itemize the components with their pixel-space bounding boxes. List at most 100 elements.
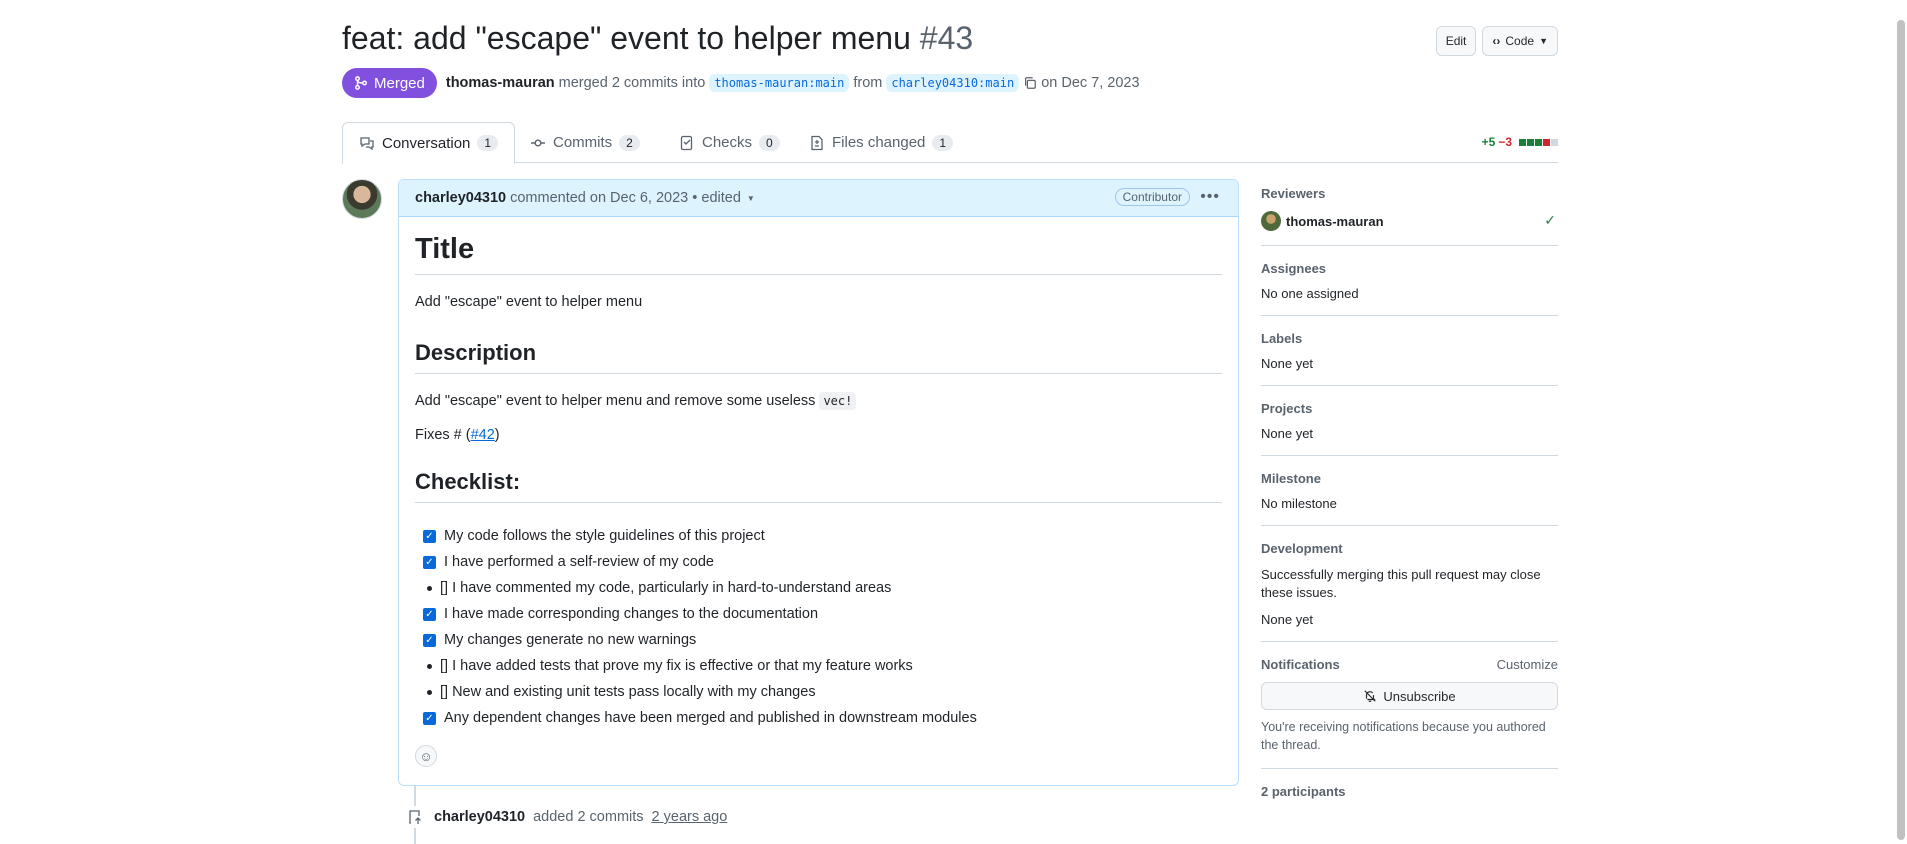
sidebar-heading[interactable]: Development (1261, 541, 1558, 556)
comment-header: charley04310 commented on Dec 6, 2023 • … (399, 180, 1238, 217)
pr-page: feat: add "escape" event to helper menu … (342, 0, 1558, 844)
edit-button[interactable]: Edit (1435, 26, 1477, 56)
reviewer-item[interactable]: thomas-mauran (1261, 211, 1558, 231)
tab-counter: 2 (619, 134, 640, 151)
sidebar-labels: Labels None yet (1261, 331, 1558, 386)
checklist-item: ✓ I have performed a self-review of my co… (415, 549, 1222, 575)
pr-number: #43 (919, 20, 974, 56)
heading-description: Description (415, 340, 1222, 374)
notifications-note: You're receiving notifications because y… (1261, 720, 1546, 752)
commits-event: charley04310 added 2 commits 2 years ago (404, 806, 728, 828)
issue-link[interactable]: #42 (471, 427, 495, 443)
merge-date: on Dec 7, 2023 (1041, 75, 1140, 91)
pr-header: feat: add "escape" event to helper menu … (342, 18, 1558, 62)
checklist-item-text: [] I have added tests that prove my fix … (440, 658, 913, 674)
tab-conversation[interactable]: Conversation 1 (342, 122, 516, 164)
comment-meta[interactable]: commented on Dec 6, 2023 • edited (510, 190, 741, 206)
tab-commits[interactable]: Commits 2 (514, 122, 656, 163)
avatar (1261, 211, 1281, 231)
comment-author[interactable]: charley04310 (415, 190, 506, 206)
reviewer-name[interactable]: thomas-mauran (1286, 214, 1384, 229)
checkbox-checked-icon[interactable]: ✓ (423, 607, 436, 621)
merger-link[interactable]: thomas-mauran (446, 75, 555, 91)
tab-label: Conversation (382, 134, 471, 152)
sidebar: Reviewers thomas-mauran ✓ Assignees No o… (1261, 186, 1558, 809)
tab-checks[interactable]: Checks 0 (663, 122, 796, 163)
sidebar-heading[interactable]: Milestone (1261, 471, 1558, 486)
sidebar-assignees: Assignees No one assigned (1261, 261, 1558, 316)
scrollbar-thumb[interactable] (1897, 20, 1905, 840)
pr-description-comment: charley04310 commented on Dec 6, 2023 • … (398, 179, 1239, 786)
merged-badge: Merged (342, 68, 437, 98)
from-text: from (853, 75, 883, 91)
code-button[interactable]: ‹› Code ▼ (1482, 26, 1558, 56)
inline-code: vec! (819, 392, 857, 410)
edit-button-label: Edit (1445, 34, 1467, 48)
heading-checklist: Checklist: (415, 469, 1222, 503)
check-icon: ✓ (1544, 212, 1556, 228)
sidebar-heading[interactable]: Labels (1261, 331, 1558, 346)
code-button-label: Code (1505, 34, 1535, 48)
deletions-count: −3 (1498, 135, 1512, 149)
heading-title: Title (415, 233, 1222, 275)
unsubscribe-label: Unsubscribe (1383, 688, 1456, 704)
participants-heading: 2 participants (1261, 784, 1346, 799)
unsubscribe-button[interactable]: Unsubscribe (1261, 682, 1558, 710)
code-icon: ‹› (1492, 34, 1501, 48)
checklist-item: ✓ My code follows the style guidelines of… (415, 523, 1222, 549)
head-branch[interactable]: charley04310:main (886, 74, 1020, 92)
comment-body: Title Add "escape" event to helper menu … (399, 217, 1238, 747)
git-commit-icon (531, 138, 545, 146)
header-actions: Edit ‹› Code ▼ (1435, 26, 1558, 56)
sidebar-projects: Projects None yet (1261, 401, 1558, 456)
sidebar-reviewers: Reviewers thomas-mauran ✓ (1261, 186, 1558, 246)
sidebar-heading[interactable]: Projects (1261, 401, 1558, 416)
sidebar-notifications: Notifications Customize Unsubscribe You'… (1261, 657, 1558, 769)
bullet-icon (427, 585, 432, 591)
checklist-item-text: Any dependent changes have been merged a… (444, 710, 977, 726)
sidebar-value: None yet (1261, 426, 1314, 441)
checklist-item-text: My changes generate no new warnings (444, 632, 697, 648)
base-branch[interactable]: thomas-mauran:main (709, 74, 850, 92)
checklist-item-text: [] New and existing unit tests pass loca… (440, 684, 816, 700)
checklist-item: [] I have commented my code, particularl… (415, 575, 1222, 601)
pr-title-text: feat: add "escape" event to helper menu (342, 20, 911, 56)
checklist-item-text: My code follows the style guidelines of … (444, 528, 765, 544)
sidebar-heading[interactable]: Reviewers (1261, 186, 1558, 201)
kebab-horizontal-icon[interactable]: ••• (1200, 188, 1220, 206)
avatar[interactable] (342, 179, 382, 219)
sidebar-value: None yet (1261, 612, 1314, 627)
scrollbar[interactable] (1895, 0, 1907, 844)
checklist-item: [] I have added tests that prove my fix … (415, 653, 1222, 679)
checkbox-checked-icon[interactable]: ✓ (423, 633, 436, 647)
description-text: Add "escape" event to helper menu and re… (415, 392, 1222, 410)
checklist-item: ✓ My changes generate no new warnings (415, 627, 1222, 653)
pr-tabs: Conversation 1 Commits 2 Checks 0 Files … (342, 122, 1558, 164)
checklist-item-text: I have made corresponding changes to the… (444, 606, 819, 622)
customize-link[interactable]: Customize (1497, 657, 1558, 672)
event-author[interactable]: charley04310 (434, 809, 525, 825)
tab-counter: 0 (759, 134, 780, 151)
tab-files-changed[interactable]: Files changed 1 (793, 122, 969, 163)
sidebar-development: Development Successfully merging this pu… (1261, 541, 1558, 642)
fixes-line: Fixes # (#42) (415, 427, 1222, 443)
checkbox-checked-icon[interactable]: ✓ (423, 711, 436, 725)
sidebar-milestone: Milestone No milestone (1261, 471, 1558, 526)
bullet-icon (427, 663, 432, 669)
development-note: Successfully merging this pull request m… (1261, 567, 1541, 600)
caret-down-icon[interactable]: ▼ (747, 194, 755, 203)
checklist: ✓ My code follows the style guidelines of… (415, 523, 1222, 731)
checklist-item-text: [] I have commented my code, particularl… (440, 580, 892, 596)
sidebar-value: No one assigned (1261, 286, 1359, 301)
contributor-badge: Contributor (1114, 188, 1190, 206)
checkbox-checked-icon[interactable]: ✓ (423, 555, 436, 569)
description-line: Add "escape" event to helper menu and re… (415, 393, 816, 409)
fixes-prefix: Fixes # ( (415, 427, 471, 443)
checkbox-checked-icon[interactable]: ✓ (423, 529, 436, 543)
copy-icon[interactable] (1023, 76, 1037, 90)
merged-badge-label: Merged (374, 74, 425, 92)
merge-summary: thomas-mauran merged 2 commits into thom… (446, 74, 1140, 92)
event-time[interactable]: 2 years ago (652, 809, 728, 825)
sidebar-heading[interactable]: Assignees (1261, 261, 1558, 276)
smiley-icon[interactable]: ☺ (415, 745, 437, 767)
